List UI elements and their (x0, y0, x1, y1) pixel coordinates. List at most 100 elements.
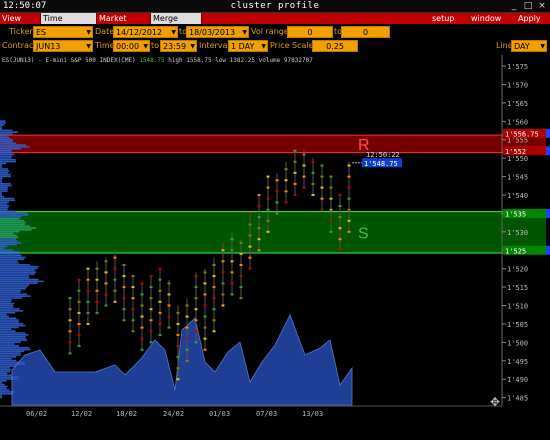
cluster-cell (176, 322, 180, 325)
profile-bar (0, 166, 2, 168)
interval-select[interactable]: 1 DAY ▼ (228, 40, 268, 52)
contract-select[interactable]: JUN13 ▼ (33, 40, 93, 52)
cluster-cell (212, 286, 216, 289)
profile-bar (0, 287, 27, 290)
profile-bar (0, 392, 13, 395)
profile-bar (0, 184, 12, 187)
price-scale-field[interactable]: 0.25 (312, 40, 358, 52)
y-tick-label: 1'540 (507, 192, 528, 200)
profile-bar (0, 225, 30, 227)
cluster-cell (68, 352, 72, 355)
profile-bar (0, 181, 2, 183)
line-select[interactable]: DAY ▼ (511, 40, 547, 52)
cluster-cell (158, 334, 162, 336)
cluster-cell (122, 275, 126, 278)
cluster-cell (248, 234, 252, 237)
time-to-field[interactable]: 23:59 ▼ (160, 40, 197, 52)
profile-bar (0, 310, 23, 312)
cluster-cell (167, 304, 171, 307)
cluster-cell (131, 286, 135, 289)
cluster-cell (122, 286, 126, 289)
cluster-cell (347, 230, 351, 233)
close-icon[interactable]: × (535, 1, 549, 11)
cluster-cell (149, 297, 153, 300)
cluster-cell (338, 249, 342, 252)
profile-bar (0, 367, 10, 369)
cluster-cell (194, 286, 198, 289)
cluster-cell (149, 275, 153, 278)
profile-bar (0, 291, 21, 294)
profile-bar (0, 175, 11, 178)
line-value: DAY (514, 42, 530, 51)
cluster-cell (293, 160, 297, 163)
maximize-icon[interactable]: □ (521, 1, 535, 11)
cluster-cell (140, 282, 144, 285)
profile-bar (0, 315, 9, 318)
cluster-cell (338, 238, 342, 241)
cluster-cell (194, 275, 198, 278)
profile-bar (0, 122, 6, 124)
cluster-cell (95, 300, 99, 303)
profile-bar (0, 302, 14, 305)
cluster-cell (347, 164, 351, 167)
cluster-cell (131, 319, 135, 322)
cluster-cell (329, 197, 333, 200)
cluster-cell (248, 223, 252, 226)
cluster-cell (320, 186, 324, 189)
cluster-cell (176, 356, 180, 359)
apply-button[interactable]: Apply (518, 13, 541, 24)
profile-bar (0, 293, 28, 296)
profile-bar (0, 236, 19, 238)
tab-time-interval[interactable]: Time Interval (41, 13, 97, 34)
time-from-field[interactable]: 00:00 ▼ (113, 40, 150, 52)
cluster-cell (95, 289, 99, 292)
profile-bar (0, 339, 27, 342)
y-tick-label: 1'530 (507, 229, 528, 237)
date-from-field[interactable]: 14/12/2012 ▼ (113, 26, 178, 38)
tab-view-dom[interactable]: View DOM (0, 13, 41, 34)
cluster-cell (248, 212, 252, 215)
cluster-cell (194, 308, 198, 311)
profile-bar (0, 317, 17, 320)
chevron-down-icon: ▼ (143, 43, 148, 50)
profile-bar (0, 241, 22, 244)
ticker-select[interactable]: ES ▼ (33, 26, 93, 38)
profile-bar (0, 269, 35, 272)
profile-bar (0, 313, 7, 316)
cluster-cell (230, 238, 234, 241)
cluster-cell (329, 230, 333, 233)
cluster-cell (302, 186, 306, 189)
y-tick-label: 1'485 (507, 395, 528, 403)
vol-from-field[interactable]: 0 (287, 26, 333, 38)
params-row-2: Contract JUN13 ▼ Time 00:00 ▼ to 23:59 ▼ In… (0, 39, 550, 53)
interval-label: Interval (199, 41, 230, 50)
cluster-cell (167, 293, 171, 296)
date-to-field[interactable]: 18/03/2013 ▼ (186, 26, 249, 38)
cluster-cell (329, 219, 333, 222)
vol-to-field[interactable]: 0 (341, 26, 390, 38)
tab-merge-contr[interactable]: Merge Contr (151, 13, 202, 34)
cluster-chart[interactable]: RS 1'5751'5701'5651'5601'5551'5501'5451'… (0, 54, 550, 440)
cluster-cell (68, 319, 72, 322)
tab-market-watch[interactable]: Market Watch (97, 13, 151, 34)
profile-bar (0, 267, 38, 270)
cluster-cell (293, 149, 297, 152)
price-marker-tab (546, 208, 550, 218)
cluster-cell (95, 311, 99, 314)
minimize-icon[interactable]: _ (507, 1, 521, 11)
ticker-value: ES (36, 28, 47, 37)
profile-bar (0, 251, 21, 253)
profile-bar (0, 372, 8, 375)
profile-bar (0, 394, 2, 397)
cluster-cell (293, 171, 297, 174)
profile-bar (0, 352, 21, 355)
profile-bar (0, 387, 7, 390)
profile-bar (0, 136, 10, 139)
cluster-cell (140, 304, 144, 307)
window-button[interactable]: window (471, 13, 501, 24)
setup-button[interactable]: setup (432, 13, 454, 24)
cluster-cell (248, 267, 252, 270)
profile-bar (0, 297, 22, 299)
cluster-cell (77, 334, 81, 336)
x-tick-label: 12/02 (71, 410, 92, 418)
